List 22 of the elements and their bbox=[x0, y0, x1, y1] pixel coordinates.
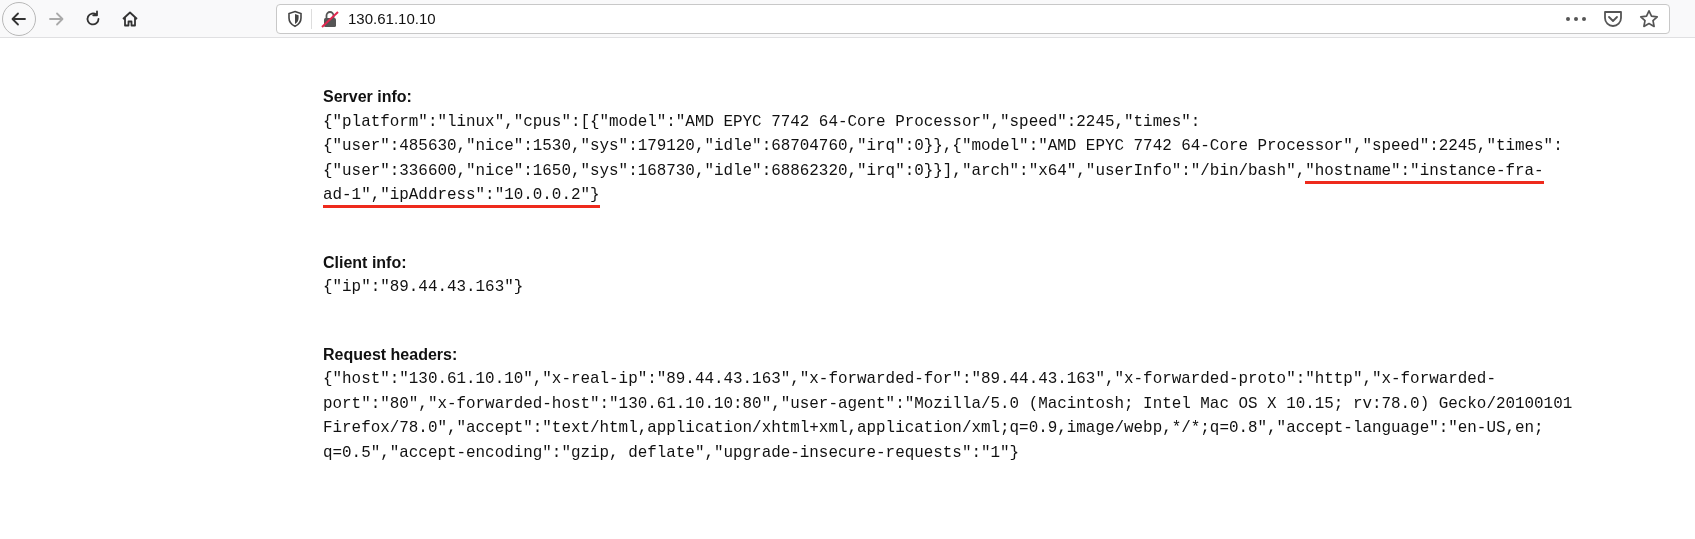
pocket-icon[interactable] bbox=[1603, 9, 1623, 28]
code-text: port":"80","x-forwarded-host":"130.61.10.10:80","user-agent":"Mozilla/5.0 (Macintosh; Intel Mac OS X 10.15; rv:78.0) Gecko/20100101 bbox=[323, 394, 1573, 413]
section-heading: Server info: bbox=[323, 87, 413, 107]
shield-icon bbox=[287, 9, 303, 28]
reload-icon bbox=[84, 9, 102, 28]
star-icon[interactable] bbox=[1639, 8, 1659, 29]
section-heading: Client info: bbox=[323, 252, 408, 273]
underlined-code-text: ad-1","ipAddress":"10.0.0.2"} bbox=[323, 186, 600, 208]
code-text: {"host":"130.61.10.10","x-real-ip":"89.44.43.163","x-forwarded-for":"89.44.43.163","x-forwarded-proto":"http","x-forwarded- bbox=[323, 370, 1496, 388]
insecure-lock-icon bbox=[320, 8, 340, 29]
more-icon[interactable] bbox=[1565, 15, 1587, 22]
code-text: {"user":485630,"nice":1530,"sys":179120,"idle":68704760,"irq":0}},{"model":"AMD EPYC 7742 64-Core Processor","speed":2245,"times": bbox=[323, 137, 1563, 155]
underlined-code-text: "hostname":"instance-fra- bbox=[1305, 161, 1544, 184]
code-text: Firefox/78.0","accept":"text/html,application/xhtml+xml,application/xml;q=0.9,image/webp,*/*;q=0.8","accept-language":"en-US,en; bbox=[323, 419, 1544, 437]
code-text: q=0.5","accept-encoding":"gzip, deflate","upgrade-insecure-requests":"1"} bbox=[323, 443, 1020, 462]
code-text: {"platform":"linux","cpus":[{"model":"AMD EPYC 7742 64-Core Processor","speed":2245,"times": bbox=[323, 112, 1201, 131]
code-text: {"user":336600,"nice":1650,"sys":168730,"idle":68862320,"irq":0}}],"arch":"x64","userInfo":"/bin/bash", bbox=[323, 161, 1306, 180]
url-text: 130.61.10.10 bbox=[348, 10, 436, 27]
home-icon bbox=[121, 9, 139, 28]
section-heading: Request headers: bbox=[323, 344, 459, 365]
code-text: {"ip":"89.44.43.163"} bbox=[323, 278, 524, 296]
address-bar[interactable]: 130.61.10.10 bbox=[276, 3, 1670, 34]
